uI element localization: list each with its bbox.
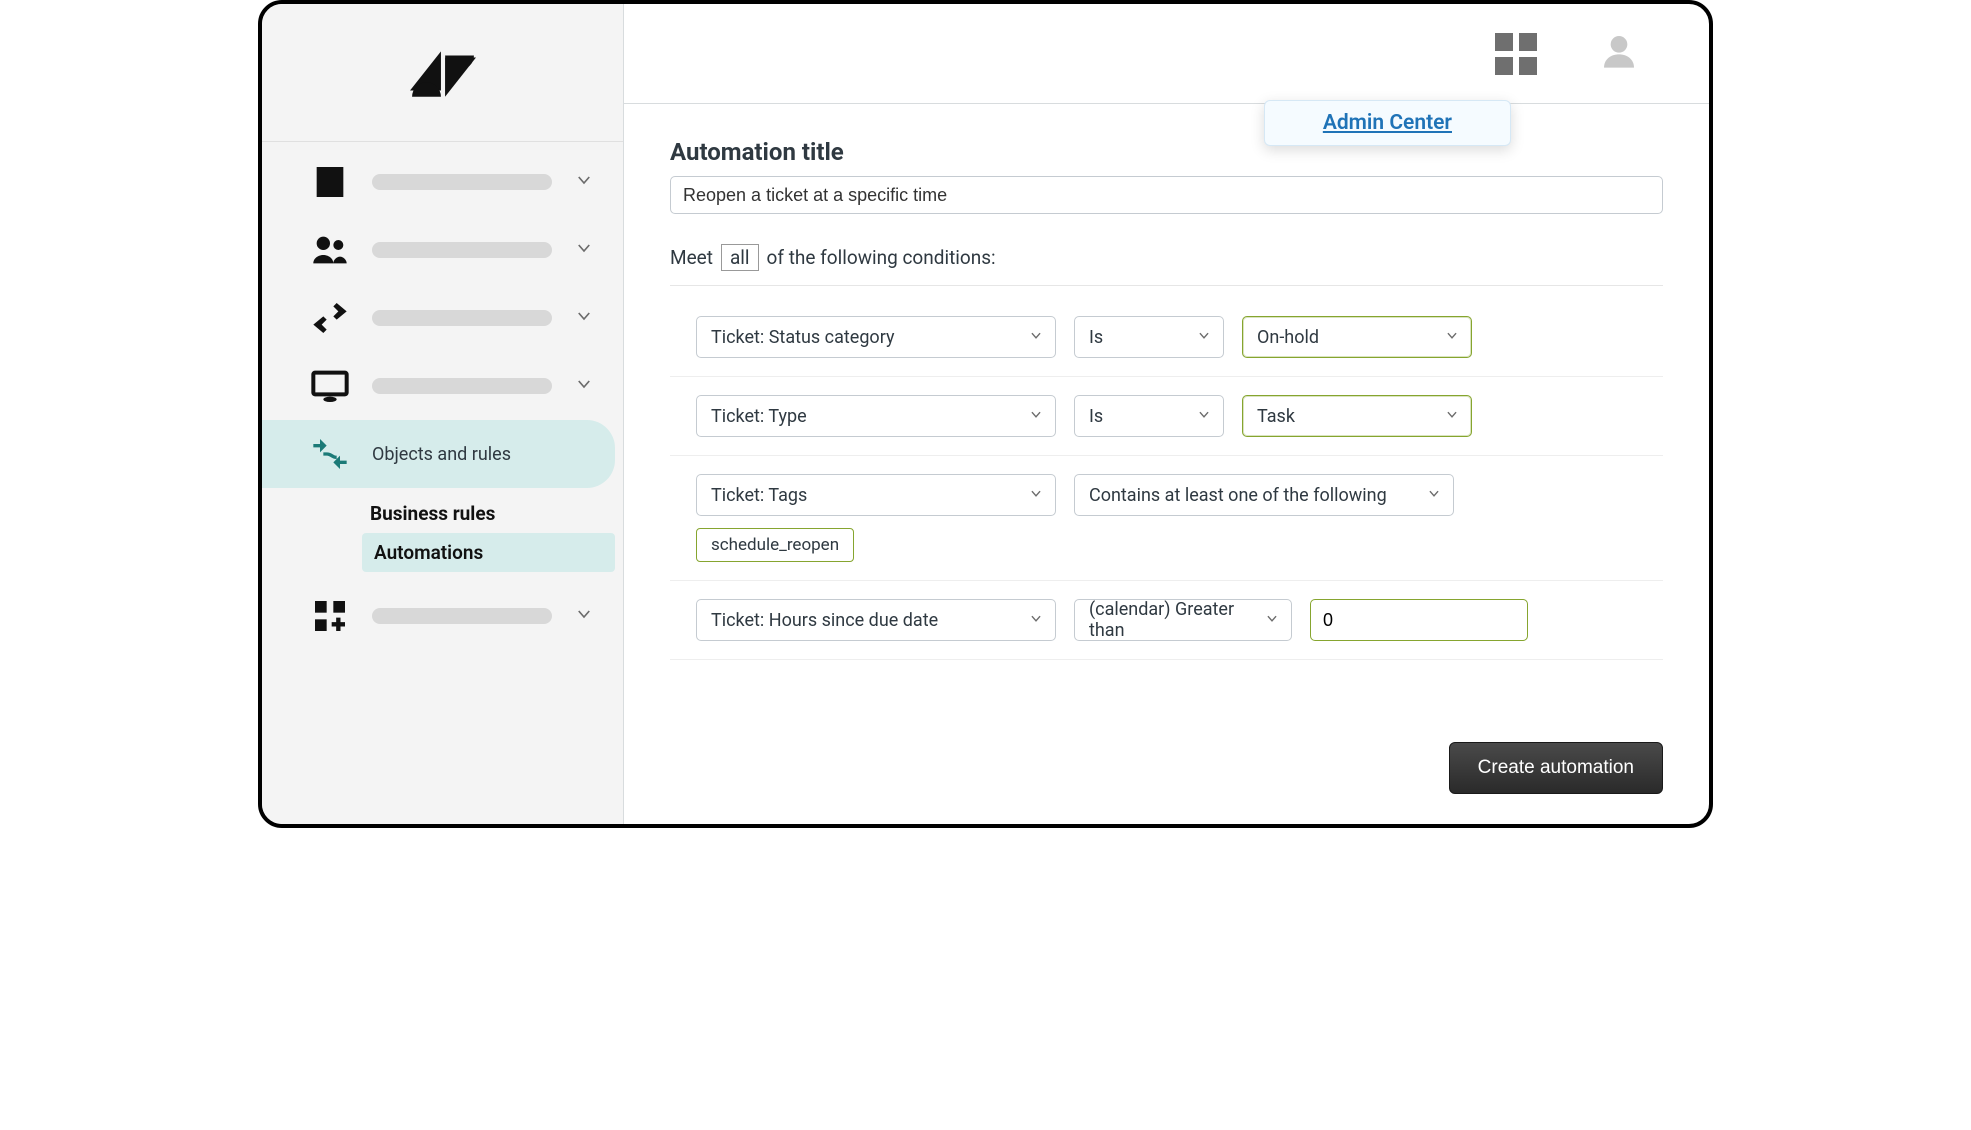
zendesk-logo-icon — [410, 47, 476, 99]
condition-tag-row: schedule_reopen — [670, 526, 1663, 581]
condition-field-select[interactable]: Ticket: Type — [696, 395, 1056, 437]
sidebar-sub-business-rules[interactable]: Business rules — [262, 494, 623, 533]
chevron-down-icon — [1445, 327, 1459, 348]
condition-row: Ticket: Tags Contains at least one of th… — [670, 456, 1663, 526]
placeholder-bar — [372, 310, 552, 326]
chevron-down-icon — [1029, 485, 1043, 506]
chevron-down-icon — [1029, 610, 1043, 631]
user-avatar-icon[interactable] — [1599, 31, 1639, 76]
topbar — [624, 4, 1709, 104]
content: Automation title Meet all of the followi… — [624, 104, 1709, 720]
rules-icon — [308, 434, 352, 474]
condition-row: Ticket: Status category Is On-hold — [670, 298, 1663, 377]
sidebar-sub-automations[interactable]: Automations — [362, 533, 615, 572]
condition-value-select[interactable]: On-hold — [1242, 316, 1472, 358]
sidebar-item-apps[interactable] — [262, 582, 623, 650]
condition-operator-select[interactable]: Contains at least one of the following — [1074, 474, 1454, 516]
sidebar: Objects and rules Business rules Automat… — [262, 4, 624, 824]
placeholder-bar — [372, 608, 552, 624]
sidebar-item-objects-rules[interactable]: Objects and rules — [262, 420, 615, 488]
condition-row: Ticket: Hours since due date (calendar) … — [670, 581, 1663, 660]
admin-center-link[interactable]: Admin Center — [1323, 111, 1452, 135]
create-automation-button[interactable]: Create automation — [1449, 742, 1663, 794]
sidebar-active-label: Objects and rules — [372, 444, 511, 465]
app-window: Objects and rules Business rules Automat… — [258, 0, 1713, 828]
condition-row: Ticket: Type Is Task — [670, 377, 1663, 456]
chevron-down-icon — [1029, 327, 1043, 348]
meet-post: of the following conditions: — [767, 246, 996, 269]
chevron-down-icon — [575, 307, 593, 330]
chevron-down-icon — [575, 375, 593, 398]
sidebar-item-company[interactable] — [262, 148, 623, 216]
condition-tag-pill[interactable]: schedule_reopen — [696, 528, 854, 562]
sidebar-item-desktop[interactable] — [262, 352, 623, 420]
building-icon — [308, 162, 352, 202]
footer: Create automation — [624, 720, 1709, 824]
condition-operator-select[interactable]: (calendar) Greater than — [1074, 599, 1292, 641]
condition-field-select[interactable]: Ticket: Tags — [696, 474, 1056, 516]
people-icon — [308, 230, 352, 270]
arrows-icon — [308, 298, 352, 338]
meet-all-box[interactable]: all — [721, 244, 759, 271]
logo — [262, 4, 623, 142]
chevron-down-icon — [1029, 406, 1043, 427]
condition-field-select[interactable]: Ticket: Status category — [696, 316, 1056, 358]
chevron-down-icon — [1265, 610, 1279, 631]
apps-grid-icon[interactable] — [1495, 33, 1537, 75]
placeholder-bar — [372, 378, 552, 394]
condition-operator-select[interactable]: Is — [1074, 316, 1224, 358]
condition-value-select[interactable]: Task — [1242, 395, 1472, 437]
conditions-header: Meet all of the following conditions: — [670, 244, 1663, 286]
admin-center-tooltip: Admin Center — [1264, 100, 1511, 146]
main: Admin Center Automation title Meet all o… — [624, 4, 1709, 824]
section-title: Automation title — [670, 138, 1663, 166]
chevron-down-icon — [575, 171, 593, 194]
sidebar-sublist: Business rules Automations — [262, 488, 623, 582]
chevron-down-icon — [1445, 406, 1459, 427]
placeholder-bar — [372, 174, 552, 190]
condition-value-input[interactable] — [1310, 599, 1528, 641]
sidebar-item-transfer[interactable] — [262, 284, 623, 352]
automation-title-input[interactable] — [670, 176, 1663, 214]
sidebar-nav: Objects and rules Business rules Automat… — [262, 142, 623, 650]
monitor-icon — [308, 366, 352, 406]
condition-field-select[interactable]: Ticket: Hours since due date — [696, 599, 1056, 641]
chevron-down-icon — [1427, 485, 1441, 506]
placeholder-bar — [372, 242, 552, 258]
chevron-down-icon — [1197, 406, 1211, 427]
chevron-down-icon — [575, 605, 593, 628]
chevron-down-icon — [575, 239, 593, 262]
condition-operator-select[interactable]: Is — [1074, 395, 1224, 437]
meet-pre: Meet — [670, 246, 713, 269]
apps-plus-icon — [308, 596, 352, 636]
chevron-down-icon — [1197, 327, 1211, 348]
sidebar-item-people[interactable] — [262, 216, 623, 284]
